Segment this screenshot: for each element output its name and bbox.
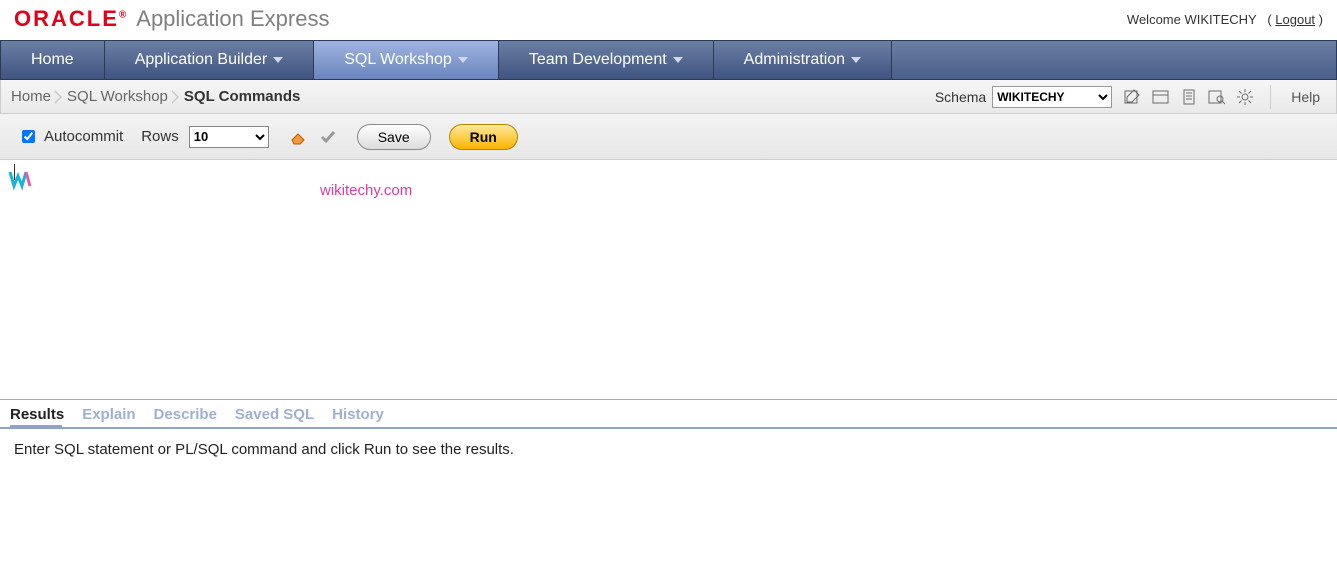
breadcrumb-right: Schema WIKITECHY Help xyxy=(935,85,1326,109)
nav-tab-label: Home xyxy=(31,51,74,69)
document-icon[interactable] xyxy=(1178,87,1200,107)
nav-tab-label: SQL Workshop xyxy=(344,51,452,69)
registered-mark: ® xyxy=(119,10,126,21)
nav-tab-app-builder[interactable]: Application Builder xyxy=(105,41,315,79)
tab-results[interactable]: Results xyxy=(10,406,64,423)
tab-saved-sql[interactable]: Saved SQL xyxy=(235,406,314,423)
welcome-user: WIKITECHY xyxy=(1184,12,1256,27)
schema-select[interactable]: WIKITECHY xyxy=(992,86,1112,108)
nav-tab-label: Team Development xyxy=(529,51,667,69)
autocommit-checkbox[interactable] xyxy=(22,130,35,143)
tab-describe[interactable]: Describe xyxy=(154,406,217,423)
oracle-logo: ORACLE® xyxy=(14,6,126,32)
chevron-down-icon xyxy=(458,57,468,63)
results-tabs: Results Explain Describe Saved SQL Histo… xyxy=(0,400,1337,429)
autocommit-wrap[interactable]: Autocommit xyxy=(18,127,123,146)
chevron-down-icon xyxy=(851,57,861,63)
breadcrumb-item[interactable]: SQL Workshop xyxy=(67,88,168,105)
results-body: Enter SQL statement or PL/SQL command an… xyxy=(0,429,1337,470)
breadcrumb-item-current: SQL Commands xyxy=(184,88,300,105)
brand-bar: ORACLE® Application Express Welcome WIKI… xyxy=(0,0,1337,40)
brand-left: ORACLE® Application Express xyxy=(14,6,329,32)
schema-label: Schema xyxy=(935,89,986,105)
divider xyxy=(1270,85,1271,109)
find-icon[interactable] xyxy=(1206,87,1228,107)
help-link[interactable]: Help xyxy=(1285,89,1326,105)
utility-iconbar xyxy=(1122,87,1256,107)
breadcrumb: Home SQL Workshop SQL Commands xyxy=(11,88,300,105)
run-button[interactable]: Run xyxy=(449,124,518,150)
brand-right: Welcome WIKITECHY ( Logout ) xyxy=(1127,12,1323,27)
nav-tab-label: Application Builder xyxy=(135,51,268,69)
edit-page-icon[interactable] xyxy=(1122,87,1144,107)
rows-select[interactable]: 10 xyxy=(189,126,269,148)
logout-link[interactable]: Logout xyxy=(1275,12,1315,27)
watermark-text: wikitechy.com xyxy=(320,182,412,199)
chevron-down-icon xyxy=(273,57,283,63)
welcome-prefix: Welcome xyxy=(1127,12,1185,27)
save-button[interactable]: Save xyxy=(357,124,431,150)
nav-tab-sql-workshop[interactable]: SQL Workshop xyxy=(314,41,499,79)
active-tab-indicator xyxy=(10,425,62,429)
autocommit-label: Autocommit xyxy=(44,128,123,145)
nav-tab-home[interactable]: Home xyxy=(1,41,105,79)
oracle-logo-text: ORACLE xyxy=(14,6,119,31)
nav-tab-label: Administration xyxy=(744,51,845,69)
results-message: Enter SQL statement or PL/SQL command an… xyxy=(14,441,514,458)
wikitechy-logo-icon xyxy=(6,166,34,194)
tab-explain[interactable]: Explain xyxy=(82,406,135,423)
format-check-icon[interactable] xyxy=(317,127,339,147)
mini-icons xyxy=(287,127,339,147)
breadcrumb-item[interactable]: Home xyxy=(11,88,51,105)
chevron-down-icon xyxy=(673,57,683,63)
sql-editor[interactable]: wikitechy.com xyxy=(0,160,1337,400)
nav-tab-admin[interactable]: Administration xyxy=(714,41,892,79)
sql-toolbar: Autocommit Rows 10 Save Run xyxy=(0,114,1337,160)
breadcrumb-bar: Home SQL Workshop SQL Commands Schema WI… xyxy=(0,80,1337,114)
main-nav: Home Application Builder SQL Workshop Te… xyxy=(0,40,1337,80)
logout-close: ) xyxy=(1315,12,1323,27)
app-title: Application Express xyxy=(136,6,329,32)
chevron-right-icon xyxy=(172,90,180,104)
tab-history[interactable]: History xyxy=(332,406,384,423)
nav-tab-team-dev[interactable]: Team Development xyxy=(499,41,714,79)
clear-icon[interactable] xyxy=(287,127,309,147)
rows-wrap: Rows 10 xyxy=(141,126,269,148)
rows-label: Rows xyxy=(141,128,179,145)
gear-icon[interactable] xyxy=(1234,87,1256,107)
chevron-right-icon xyxy=(55,90,63,104)
schema-selector: Schema WIKITECHY xyxy=(935,86,1112,108)
window-icon[interactable] xyxy=(1150,87,1172,107)
